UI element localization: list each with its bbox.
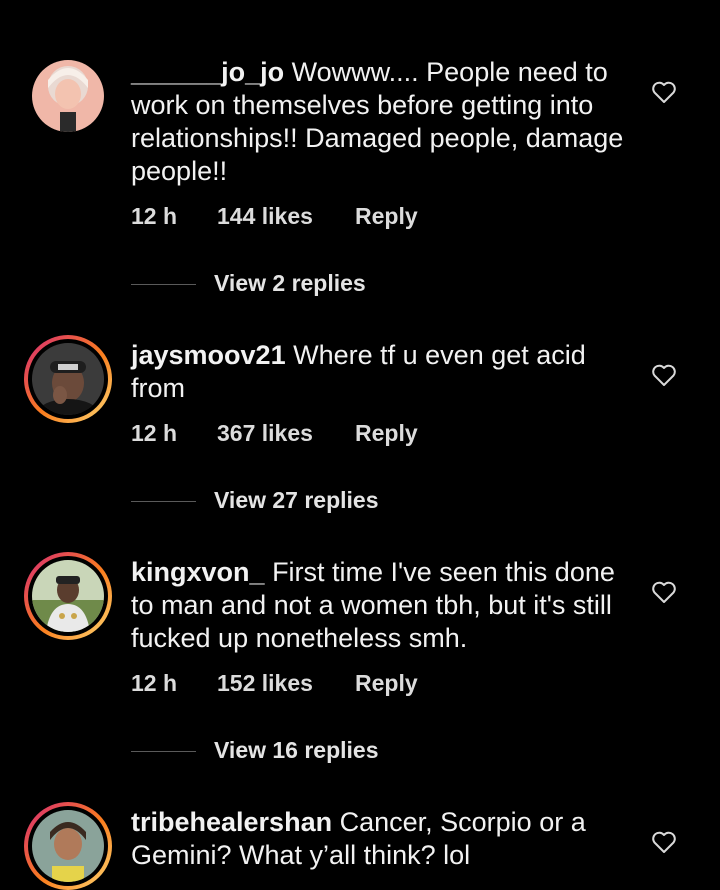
avatar[interactable]: [24, 335, 112, 423]
replies-divider: [131, 501, 196, 502]
heart-outline-icon[interactable]: [651, 580, 677, 604]
view-replies-button[interactable]: View 16 replies: [131, 737, 531, 767]
avatar-ring-gap: [28, 556, 108, 636]
view-replies-label[interactable]: View 16 replies: [214, 737, 379, 764]
comment-username[interactable]: ______jo_jo: [131, 57, 284, 87]
avatar-ring-gap: [28, 806, 108, 886]
comment-text: ______jo_jo Wowww.... People need to wor…: [131, 56, 631, 188]
avatar-image: [32, 560, 104, 632]
comment-text: jaysmoov21 Where tf u even get acid from: [131, 339, 631, 405]
comment-username[interactable]: tribehealershan: [131, 807, 332, 837]
reply-button[interactable]: Reply: [355, 420, 418, 447]
comment-time: 12 h: [131, 670, 178, 696]
comment-likes[interactable]: 144 likes: [217, 203, 313, 230]
avatar-image: [32, 810, 104, 882]
view-replies-button[interactable]: View 2 replies: [131, 270, 531, 300]
replies-divider: [131, 284, 196, 285]
comment-likes[interactable]: 152 likes: [217, 670, 313, 697]
avatar-ring-gap: [28, 339, 108, 419]
reply-button[interactable]: Reply: [355, 670, 418, 697]
avatar-image: [32, 343, 104, 415]
comment-time: 12 h: [131, 203, 178, 229]
comment-time: 12 h: [131, 420, 178, 446]
avatar[interactable]: [24, 552, 112, 640]
heart-outline-icon[interactable]: [651, 830, 677, 854]
heart-outline-icon[interactable]: [651, 80, 677, 104]
comment-username[interactable]: jaysmoov21: [131, 340, 286, 370]
replies-divider: [131, 751, 196, 752]
comment-text: kingxvon_ First time I've seen this done…: [131, 556, 631, 655]
comment-likes[interactable]: 367 likes: [217, 420, 313, 447]
view-replies-label[interactable]: View 27 replies: [214, 487, 379, 514]
reply-button[interactable]: Reply: [355, 203, 418, 230]
heart-outline-icon[interactable]: [651, 363, 677, 387]
comment-text: tribehealershan Cancer, Scorpio or a Gem…: [131, 806, 631, 872]
view-replies-label[interactable]: View 2 replies: [214, 270, 366, 297]
view-replies-button[interactable]: View 27 replies: [131, 487, 531, 517]
avatar[interactable]: [24, 802, 112, 890]
comment-username[interactable]: kingxvon_: [131, 557, 265, 587]
avatar[interactable]: [32, 60, 104, 132]
